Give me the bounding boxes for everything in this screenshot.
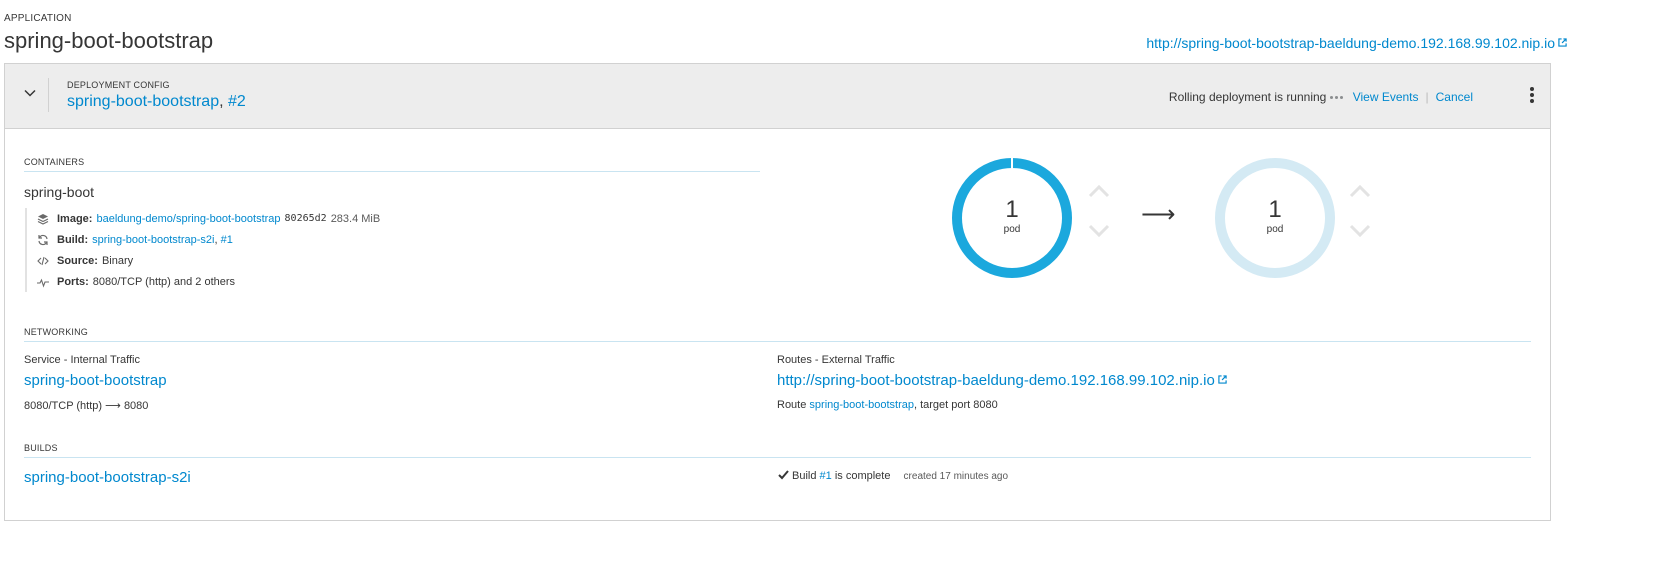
pending-pod-count: 1 <box>1268 196 1282 223</box>
route-suffix: , target port 8080 <box>913 399 998 411</box>
build-config-link[interactable]: spring-boot-bootstrap-s2i <box>92 234 214 246</box>
container-details: Image: baeldung-demo/spring-boot-bootstr… <box>25 208 380 292</box>
build-status-suffix: is complete <box>834 470 891 482</box>
external-link-icon <box>1558 38 1567 47</box>
build-number-link[interactable]: #1 <box>221 234 233 246</box>
service-link[interactable]: spring-boot-bootstrap <box>24 372 167 389</box>
scale-controls-old <box>1088 184 1110 238</box>
build-status: Build #1 is complete created 17 minutes … <box>778 470 1008 482</box>
scale-down-icon <box>1088 224 1110 238</box>
application-label: APPLICATION <box>4 13 72 24</box>
status-divider: | <box>1425 90 1429 104</box>
application-name: spring-boot-bootstrap <box>4 28 214 53</box>
pulse-icon <box>37 278 49 288</box>
builds-divider <box>24 457 1531 458</box>
builds-label: BUILDS <box>24 443 58 453</box>
scale-up-icon <box>1349 184 1371 198</box>
active-pod-text: 1 pod <box>947 196 1077 235</box>
container-name: spring-boot <box>24 184 95 200</box>
build-number-link[interactable]: #1 <box>820 470 832 482</box>
networking-label: NETWORKING <box>24 327 88 337</box>
deployment-card-header: DEPLOYMENT CONFIG spring-boot-bootstrap,… <box>5 64 1550 129</box>
image-key: Image: <box>57 212 93 225</box>
routes-title: Routes - External Traffic <box>777 354 895 366</box>
build-row: Build: spring-boot-bootstrap-s2i, #1 <box>37 229 380 250</box>
route-name-link[interactable]: spring-boot-bootstrap <box>809 399 914 411</box>
progress-dots-icon <box>1330 88 1345 102</box>
kebab-icon[interactable] <box>1530 87 1534 103</box>
application-url-link[interactable]: http://spring-boot-bootstrap-baeldung-de… <box>1146 35 1567 51</box>
service-title: Service - Internal Traffic <box>24 354 140 366</box>
route-url-link[interactable]: http://spring-boot-bootstrap-baeldung-de… <box>777 372 1227 389</box>
deployment-config-label: DEPLOYMENT CONFIG <box>67 80 170 90</box>
containers-label: CONTAINERS <box>24 157 85 167</box>
image-sha: 80265d2 <box>284 213 327 224</box>
build-status-prefix: Build <box>792 470 817 482</box>
route-url-text: http://spring-boot-bootstrap-baeldung-de… <box>777 372 1215 389</box>
build-config-link[interactable]: spring-boot-bootstrap-s2i <box>24 469 191 486</box>
chevron-down-icon[interactable] <box>23 86 37 100</box>
deployment-separator: , <box>219 93 224 110</box>
scale-up-icon <box>1088 184 1110 198</box>
build-key: Build: <box>57 233 89 246</box>
check-icon <box>778 470 789 480</box>
layers-icon <box>37 213 49 225</box>
deployment-config-title: spring-boot-bootstrap, #2 <box>67 93 246 111</box>
source-value: Binary <box>101 254 134 267</box>
ports-row: Ports: 8080/TCP (http) and 2 others <box>37 271 380 292</box>
pod-scaling-area: 1 pod ⟶ 1 pod <box>945 152 1405 288</box>
source-key: Source: <box>57 254 98 267</box>
build-created-time: created 17 minutes ago <box>903 471 1009 482</box>
image-size: 283.4 MiB <box>330 212 381 225</box>
image-repo-link[interactable]: baeldung-demo/spring-boot-bootstrap <box>96 213 280 225</box>
scale-down-icon <box>1349 224 1371 238</box>
deployment-status: Rolling deployment is running View Event… <box>1169 88 1473 104</box>
active-pod-label: pod <box>1003 224 1021 235</box>
cancel-link[interactable]: Cancel <box>1436 90 1473 104</box>
deployment-config-link[interactable]: spring-boot-bootstrap <box>67 93 219 110</box>
transition-arrow-icon: ⟶ <box>1141 201 1176 228</box>
deployment-revision-link[interactable]: #2 <box>228 93 246 110</box>
service-port: 8080/TCP (http) ⟶ 8080 <box>24 400 149 412</box>
external-link-icon <box>1218 375 1227 384</box>
source-row: Source: Binary <box>37 250 380 271</box>
ports-value: 8080/TCP (http) and 2 others <box>92 275 236 288</box>
route-prefix: Route <box>777 399 807 411</box>
ports-key: Ports: <box>57 275 89 288</box>
deployment-card: DEPLOYMENT CONFIG spring-boot-bootstrap,… <box>4 63 1551 521</box>
header-divider <box>48 78 49 112</box>
containers-divider <box>24 171 760 172</box>
pending-pod-text: 1 pod <box>1210 196 1340 235</box>
application-url-text: http://spring-boot-bootstrap-baeldung-de… <box>1146 35 1555 51</box>
view-events-link[interactable]: View Events <box>1353 90 1419 104</box>
route-detail: Route spring-boot-bootstrap, target port… <box>777 399 998 411</box>
networking-divider <box>24 341 1531 342</box>
build-separator: , <box>214 233 218 246</box>
image-row: Image: baeldung-demo/spring-boot-bootstr… <box>37 208 380 229</box>
refresh-icon <box>38 234 48 245</box>
code-icon <box>37 256 49 265</box>
pending-pod-label: pod <box>1266 224 1284 235</box>
active-pod-count: 1 <box>1005 196 1019 223</box>
deployment-status-text: Rolling deployment is running <box>1168 90 1327 104</box>
scale-controls-new <box>1349 184 1371 238</box>
